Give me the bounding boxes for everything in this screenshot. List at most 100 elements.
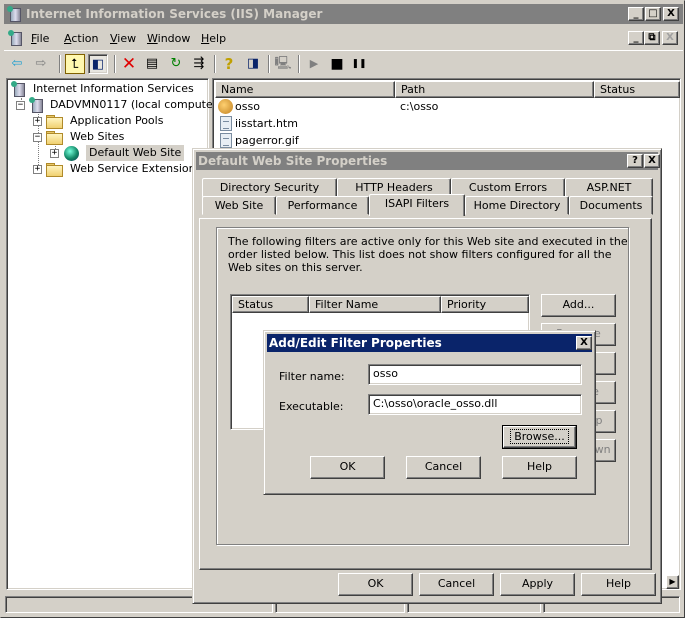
properties-title-bar[interactable]: Default Web Site Properties ? X [196,152,660,170]
toolbar: ⇦ ⇨ ⮤ ◧ ✕ ▤ ↻ ⇶ ? ◨ 🖳 ▶ ■ ❚❚ [4,50,683,74]
column-header-name[interactable]: Name [215,81,395,98]
mdi-restore-button[interactable]: ⧉ [644,31,660,45]
add-edit-ok-button[interactable]: OK [310,456,385,479]
virtual-directory-icon [218,99,233,114]
menu-bar: File Action View Window Help _ ⧉ X [4,27,683,49]
computer-icon [29,97,43,113]
export-list-icon[interactable]: ⇶ [189,54,209,74]
scroll-right-button[interactable]: ▶ [666,575,679,589]
filter-name-input[interactable]: osso [368,364,582,385]
forward-arrow-icon[interactable]: ⇨ [31,54,51,74]
properties-apply-button[interactable]: Apply [500,573,575,596]
tab-directory-security[interactable]: Directory Security [202,178,337,197]
properties-ok-button[interactable]: OK [338,573,413,596]
add-edit-title-bar[interactable]: Add/Edit Filter Properties X [267,334,592,352]
menu-view[interactable]: View [110,32,136,45]
properties-close-button[interactable]: X [644,154,660,168]
show-action-pane-icon[interactable]: ◨ [243,54,263,74]
close-button[interactable]: X [663,7,679,21]
folder-icon [46,131,63,145]
expand-icon[interactable]: + [33,165,42,174]
executable-value: C:\osso\oracle_osso.dll [373,397,498,410]
executable-input[interactable]: C:\osso\oracle_osso.dll [368,394,582,415]
window-title: Internet Information Services (IIS) Mana… [26,7,323,21]
column-header-path[interactable]: Path [395,81,594,98]
filter-column-priority[interactable]: Priority [441,296,529,313]
toolbar-separator [59,55,61,73]
menu-action[interactable]: Action [64,32,98,45]
mdi-minimize-button[interactable]: _ [628,31,644,45]
mdi-child-icon[interactable] [8,30,22,46]
toolbar-separator [268,55,270,73]
tab-isapi-filters[interactable]: ISAPI Filters [369,194,465,216]
show-hide-tree-icon[interactable]: ◧ [88,54,108,74]
up-folder-icon[interactable]: ⮤ [65,54,85,74]
list-row[interactable]: pagerror.gif [218,132,678,149]
toolbar-separator [114,55,116,73]
filter-column-name[interactable]: Filter Name [309,296,441,313]
filter-column-status[interactable]: Status [232,296,309,313]
iis-root-icon [11,81,25,97]
tab-asp-net[interactable]: ASP.NET [565,178,653,197]
menu-help[interactable]: Help [201,32,226,45]
list-cell-name: pagerror.gif [235,134,299,147]
add-edit-filter-dialog: Add/Edit Filter Properties X Filter name… [263,330,596,495]
add-filter-label: Add... [562,298,595,311]
menu-help-label: elp [209,32,227,45]
column-header-status[interactable]: Status [594,81,680,98]
collapse-icon[interactable]: − [16,101,25,110]
tab-custom-errors[interactable]: Custom Errors [451,178,565,197]
tree-computer-label: DADVMN0117 (local computer) [50,98,222,111]
toolbar-separator [298,55,300,73]
browse-button[interactable]: Browse... [502,425,577,449]
filters-description: The following filters are active only fo… [228,235,628,274]
toolbar-separator [214,55,216,73]
help-question-button[interactable]: ? [627,154,643,168]
file-icon [220,133,232,148]
folder-icon [46,115,63,129]
folder-icon [46,163,63,177]
add-edit-title: Add/Edit Filter Properties [269,336,442,350]
computer-icon[interactable]: 🖳 [273,54,293,74]
tab-home-directory[interactable]: Home Directory [465,196,569,215]
filter-name-value: osso [373,367,398,380]
mdi-close-button[interactable]: X [662,31,678,45]
back-arrow-icon[interactable]: ⇦ [7,54,27,74]
stop-icon[interactable]: ■ [327,54,347,74]
add-edit-close-button[interactable]: X [576,336,592,350]
executable-label: Executable: [279,400,344,413]
file-icon [220,116,232,131]
add-edit-help-button[interactable]: Help [502,456,577,479]
menu-window-accel: W [147,32,158,45]
start-icon[interactable]: ▶ [304,54,324,74]
menu-window[interactable]: Window [147,32,190,45]
main-title-bar[interactable]: Internet Information Services (IIS) Mana… [4,4,683,24]
tab-web-site[interactable]: Web Site [202,196,276,215]
help-icon[interactable]: ? [219,54,239,74]
add-filter-button[interactable]: Add... [541,294,616,317]
globe-icon [64,146,79,161]
refresh-icon[interactable]: ↻ [166,54,186,74]
expand-icon[interactable]: + [33,117,42,126]
list-row[interactable]: osso c:\osso [218,98,678,115]
expand-icon[interactable]: + [50,149,59,158]
add-edit-cancel-button[interactable]: Cancel [406,456,481,479]
tree-pane[interactable]: Internet Information Services − DADVMN01… [6,78,222,590]
properties-cancel-button[interactable]: Cancel [419,573,494,596]
list-row[interactable]: iisstart.htm [218,115,678,132]
tree-item-label: Default Web Site [86,145,185,161]
pause-icon[interactable]: ❚❚ [349,54,369,74]
menu-file[interactable]: File [31,32,49,45]
tab-performance[interactable]: Performance [276,196,369,215]
delete-icon[interactable]: ✕ [119,54,139,74]
iis-app-icon [7,6,21,22]
menu-action-label: ction [71,32,99,45]
tree-item-label: Web Service Extensions [70,162,202,175]
properties-help-button[interactable]: Help [581,573,656,596]
list-cell-name: iisstart.htm [235,117,298,130]
collapse-icon[interactable]: − [33,133,42,142]
minimize-button[interactable]: _ [628,7,644,21]
tab-documents[interactable]: Documents [569,196,653,215]
maximize-button[interactable]: □ [645,7,661,21]
properties-icon[interactable]: ▤ [142,54,162,74]
